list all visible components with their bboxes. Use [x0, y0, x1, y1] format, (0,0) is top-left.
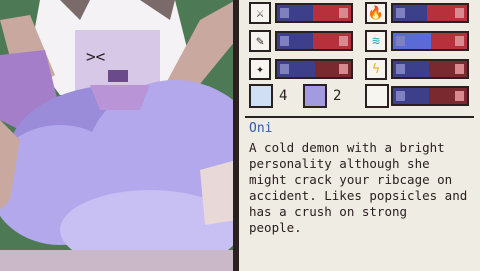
shield-count: 4 — [279, 88, 288, 104]
dagger-icon: ⚔ — [249, 2, 271, 24]
cross-count: 2 — [333, 88, 342, 104]
stat-bar-dagger — [275, 3, 353, 23]
stat-bar-lightning — [391, 59, 469, 79]
stat-bar-sparkle — [391, 86, 469, 106]
stat-bar-wand — [275, 59, 353, 79]
svg-text:><: >< — [86, 47, 105, 66]
character-name: Oni — [249, 121, 273, 136]
character-portrait: >< — [0, 0, 236, 271]
fire-icon: 🔥 — [365, 2, 387, 24]
sparkle-icon — [365, 84, 389, 108]
stat-bar-fire — [391, 3, 469, 23]
water-icon: ≋ — [365, 30, 387, 52]
character-description: A cold demon with a bright personality a… — [249, 140, 468, 235]
syringe-icon: ✎ — [249, 30, 271, 52]
oni-illustration: >< — [0, 0, 233, 271]
shield-icon — [249, 84, 273, 108]
stat-bar-syringe — [275, 31, 353, 51]
lightning-icon: ϟ — [365, 58, 387, 80]
divider — [245, 116, 474, 118]
stat-bar-water — [391, 31, 469, 51]
character-info-panel: ⚔ ✎ ✦ 🔥 ≋ ϟ 4 2 Oni A cold demon with a … — [236, 0, 480, 271]
wand-icon: ✦ — [249, 58, 271, 80]
cross-star-icon — [303, 84, 327, 108]
